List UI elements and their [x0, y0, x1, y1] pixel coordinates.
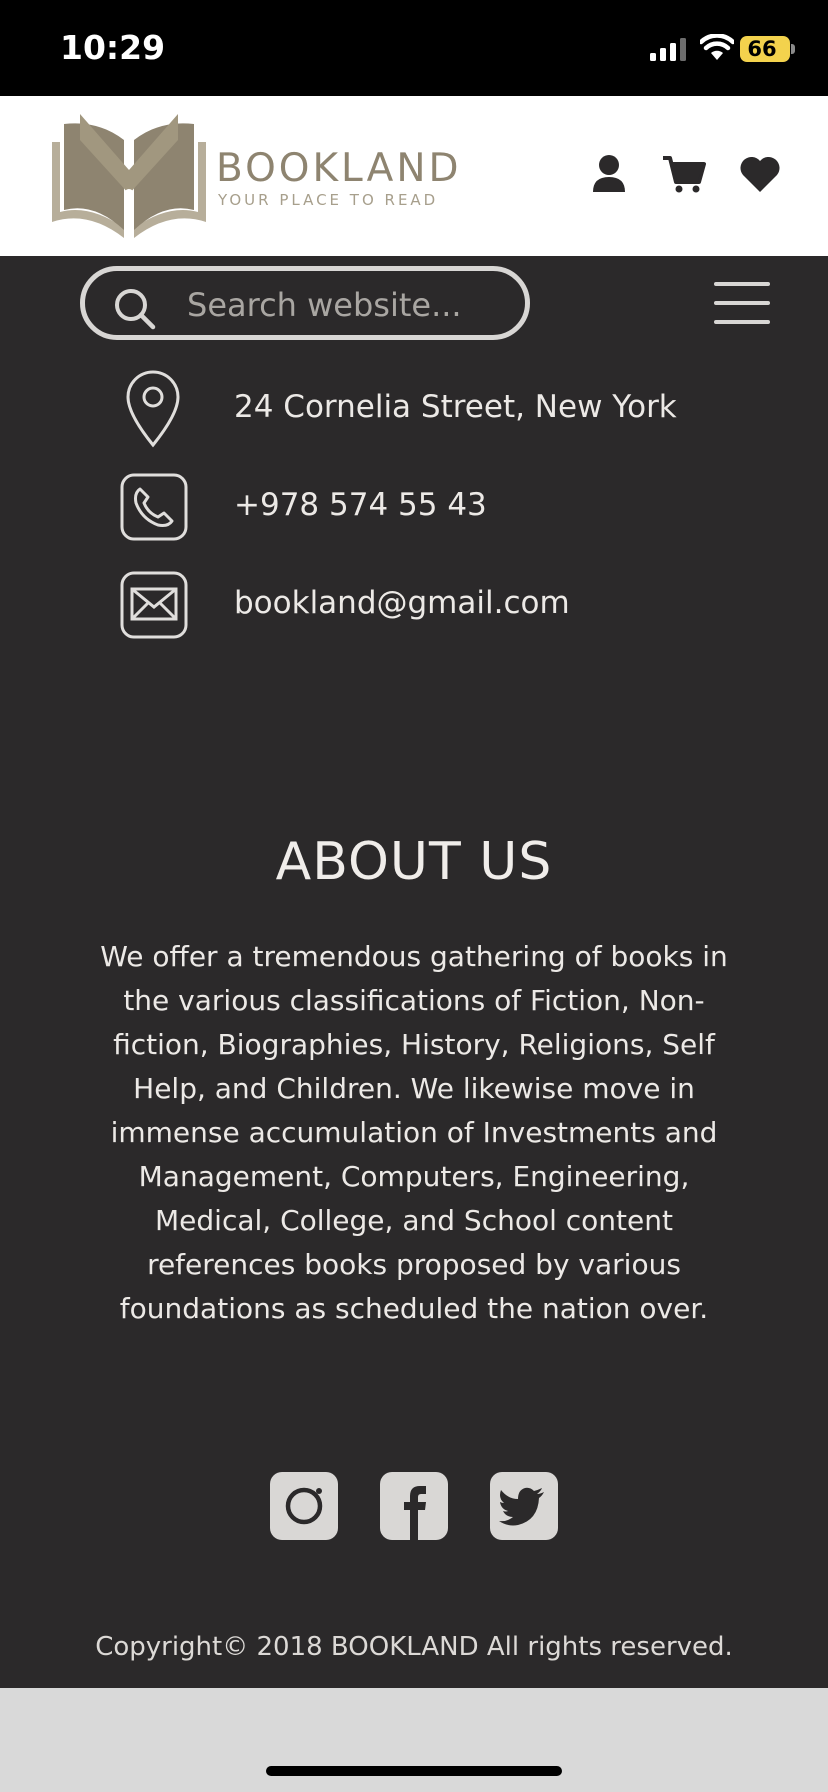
facebook-icon — [404, 1486, 426, 1540]
contact-phone[interactable]: +978 574 55 43 — [234, 487, 487, 523]
contact-address: 24 Cornelia Street, New York — [234, 389, 677, 425]
email-icon[interactable] — [120, 571, 188, 639]
about-title: ABOUT US — [275, 832, 553, 892]
signal-icon — [650, 38, 686, 61]
battery-level: 66 — [747, 37, 777, 61]
instagram-icon — [285, 1487, 323, 1525]
bookland-logo-icon[interactable] — [48, 110, 210, 242]
hamburger-menu-icon[interactable] — [714, 280, 770, 326]
account-icon[interactable] — [590, 154, 628, 194]
phone-icon[interactable] — [120, 473, 188, 541]
bottom-bar — [0, 1688, 828, 1792]
logo-name: BOOKLAND — [216, 146, 462, 191]
twitter-button[interactable] — [490, 1472, 558, 1540]
battery-indicator: 66 — [740, 36, 790, 62]
twitter-icon — [499, 1487, 544, 1526]
site-header: BOOKLAND YOUR PLACE TO READ — [0, 96, 828, 256]
battery-tip — [791, 44, 795, 54]
logo-tagline: YOUR PLACE TO READ — [218, 191, 439, 209]
contact-email[interactable]: bookland@gmail.com — [234, 585, 570, 621]
heart-icon[interactable] — [738, 154, 782, 194]
facebook-button[interactable] — [380, 1472, 448, 1540]
home-indicator[interactable] — [266, 1766, 562, 1776]
copyright-text: Copyright© 2018 BOOKLAND All rights rese… — [95, 1632, 733, 1662]
location-pin-icon — [126, 370, 180, 448]
search-box[interactable] — [80, 266, 530, 340]
cart-icon[interactable] — [661, 154, 707, 194]
status-time: 10:29 — [60, 28, 166, 67]
search-input[interactable] — [185, 279, 509, 331]
search-icon[interactable] — [113, 287, 157, 331]
instagram-button[interactable] — [270, 1472, 338, 1540]
about-text: We offer a tremendous gathering of books… — [100, 940, 728, 1325]
wifi-icon — [700, 34, 734, 60]
status-bar: 10:29 66 — [0, 0, 828, 96]
